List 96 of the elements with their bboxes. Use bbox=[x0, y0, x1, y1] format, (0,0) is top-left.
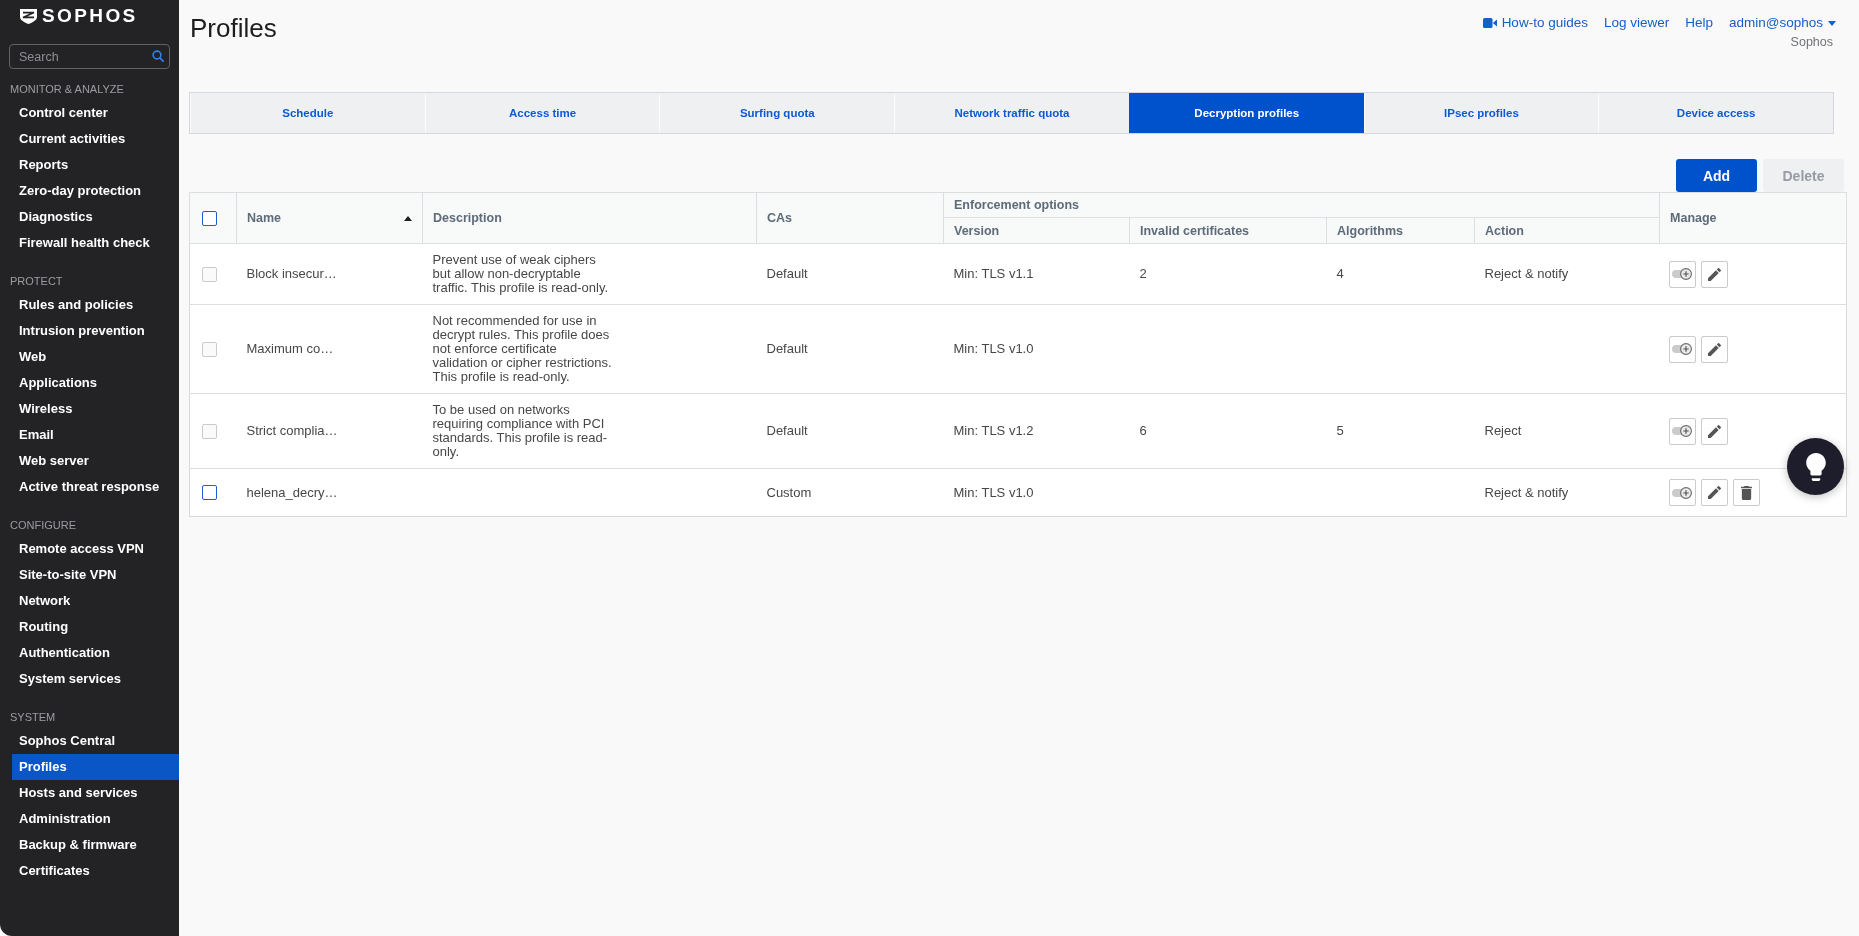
table-cell: 4 bbox=[1326, 243, 1475, 305]
nav-item[interactable]: Hosts and services bbox=[12, 780, 179, 806]
column-header[interactable]: Name bbox=[247, 211, 282, 225]
table-cell: Strict complia… bbox=[236, 393, 423, 469]
table-cell: Block insecur… bbox=[236, 243, 423, 305]
table-cell: Min: TLS v1.1 bbox=[943, 243, 1130, 305]
nav-item[interactable]: Profiles bbox=[12, 754, 179, 780]
nav-item[interactable]: Zero-day protection bbox=[12, 178, 179, 204]
add-button[interactable]: Add bbox=[1676, 159, 1757, 192]
toggle-button[interactable] bbox=[1668, 260, 1696, 288]
toggle-plus-icon bbox=[1672, 268, 1692, 280]
pencil-icon bbox=[1707, 267, 1721, 281]
toggle-button[interactable] bbox=[1668, 335, 1696, 363]
section-heading: MONITOR & ANALYZE bbox=[9, 82, 124, 97]
pencil-icon bbox=[1707, 486, 1721, 499]
nav-item[interactable]: Backup & firmware bbox=[12, 832, 179, 858]
pencil-icon bbox=[1707, 424, 1721, 438]
column-header: Invalid certificates bbox=[1140, 223, 1250, 238]
organization-label: Sophos bbox=[1790, 34, 1833, 50]
section-heading: SYSTEM bbox=[9, 710, 56, 725]
table-cell: 6 bbox=[1129, 393, 1327, 469]
nav-item[interactable]: Site-to-site VPN bbox=[12, 562, 179, 588]
nav-item[interactable]: Authentication bbox=[12, 640, 179, 666]
table-cell: Min: TLS v1.0 bbox=[943, 468, 1130, 517]
nav-item[interactable]: Control center bbox=[12, 100, 179, 126]
table-cell: 2 bbox=[1129, 243, 1327, 305]
table-cell: To be used on networks requiring compliance with PCI standards. This profile is read-only. bbox=[422, 393, 757, 469]
table-cell: Reject bbox=[1474, 393, 1660, 469]
toggle-plus-icon bbox=[1672, 486, 1692, 499]
edit-button[interactable] bbox=[1700, 417, 1728, 445]
nav-item[interactable]: Certificates bbox=[12, 858, 179, 884]
lightbulb-icon bbox=[1805, 452, 1826, 481]
table-cell: Min: TLS v1.2 bbox=[943, 393, 1130, 469]
search-field[interactable]: Search bbox=[9, 44, 170, 69]
column-header: Manage bbox=[1670, 211, 1717, 225]
pencil-icon bbox=[1707, 342, 1721, 356]
header-link[interactable]: How-to guides bbox=[1482, 14, 1588, 32]
nav-item[interactable]: Firewall health check bbox=[12, 230, 179, 256]
table-cell: Prevent use of weak ciphers but allow non-decryptable traffic. This profile is read-only. bbox=[422, 243, 757, 305]
nav-item[interactable]: System services bbox=[12, 666, 179, 692]
nav-item[interactable]: Current activities bbox=[12, 126, 179, 152]
toggle-plus-icon bbox=[1672, 343, 1692, 355]
nav-item[interactable]: Remote access VPN bbox=[12, 536, 179, 562]
nav-item[interactable]: Reports bbox=[12, 152, 179, 178]
column-header[interactable]: Description bbox=[433, 211, 502, 225]
table-cell: Min: TLS v1.0 bbox=[943, 304, 1130, 394]
table-cell: Maximum co… bbox=[236, 304, 423, 394]
page-title: Profiles bbox=[190, 13, 277, 43]
nav-item[interactable]: Active threat response bbox=[12, 474, 179, 500]
delete-button[interactable] bbox=[1732, 479, 1760, 506]
tab[interactable]: Decryption profiles bbox=[1128, 93, 1364, 133]
nav-item[interactable]: Sophos Central bbox=[12, 728, 179, 754]
nav-item[interactable]: Applications bbox=[12, 370, 179, 396]
table-cell: Reject & notify bbox=[1474, 243, 1660, 305]
table-cell: Default bbox=[756, 393, 944, 469]
table-cell: helena_decry… bbox=[236, 468, 423, 517]
toggle-button[interactable] bbox=[1668, 479, 1696, 506]
table-cell: Reject & notify bbox=[1474, 468, 1660, 517]
toggle-plus-icon bbox=[1672, 425, 1692, 437]
shield-logo-icon bbox=[20, 8, 37, 24]
column-group-header: Enforcement options bbox=[954, 198, 1079, 212]
search-icon bbox=[152, 50, 164, 62]
table-cell: Not recommended for use in decrypt rules. This profile does not enforce certificate validation or cipher restrictions. This profile is read-only. bbox=[422, 304, 757, 394]
edit-button[interactable] bbox=[1700, 260, 1728, 288]
table-cell: 5 bbox=[1326, 393, 1475, 469]
edit-button[interactable] bbox=[1700, 479, 1728, 506]
header-link[interactable]: Help bbox=[1685, 14, 1713, 32]
column-header: Algorithms bbox=[1337, 223, 1403, 238]
table-cell: Default bbox=[756, 243, 944, 305]
nav-item[interactable]: Diagnostics bbox=[12, 204, 179, 230]
checkbox[interactable] bbox=[202, 485, 217, 500]
section-heading: CONFIGURE bbox=[9, 518, 76, 533]
checkbox[interactable] bbox=[202, 210, 217, 226]
nav-item[interactable]: Email bbox=[12, 422, 179, 448]
nav-item[interactable]: Administration bbox=[12, 806, 179, 832]
nav-item[interactable]: Routing bbox=[12, 614, 179, 640]
account-menu-button[interactable]: admin@sophos bbox=[1729, 14, 1836, 32]
trash-icon bbox=[1740, 485, 1752, 500]
column-header[interactable]: CAs bbox=[767, 211, 792, 225]
toggle-button[interactable] bbox=[1668, 417, 1696, 445]
nav-item[interactable]: Network bbox=[12, 588, 179, 614]
logo-text: SOPHOS bbox=[42, 6, 138, 26]
table-cell: Custom bbox=[756, 468, 944, 517]
column-header: Version bbox=[954, 223, 1000, 238]
nav-item[interactable]: Rules and policies bbox=[12, 292, 179, 318]
nav-item[interactable]: Web server bbox=[12, 448, 179, 474]
column-header: Action bbox=[1485, 223, 1524, 238]
nav-item[interactable]: Web bbox=[12, 344, 179, 370]
video-camera-icon bbox=[1482, 18, 1497, 28]
header-link[interactable]: Log viewer bbox=[1603, 14, 1670, 32]
nav-item[interactable]: Wireless bbox=[12, 396, 179, 422]
section-heading: PROTECT bbox=[9, 274, 63, 289]
caret-down-icon bbox=[1828, 20, 1836, 26]
nav-item[interactable]: Intrusion prevention bbox=[12, 318, 179, 344]
edit-button[interactable] bbox=[1700, 335, 1728, 363]
table-cell: Default bbox=[756, 304, 944, 394]
